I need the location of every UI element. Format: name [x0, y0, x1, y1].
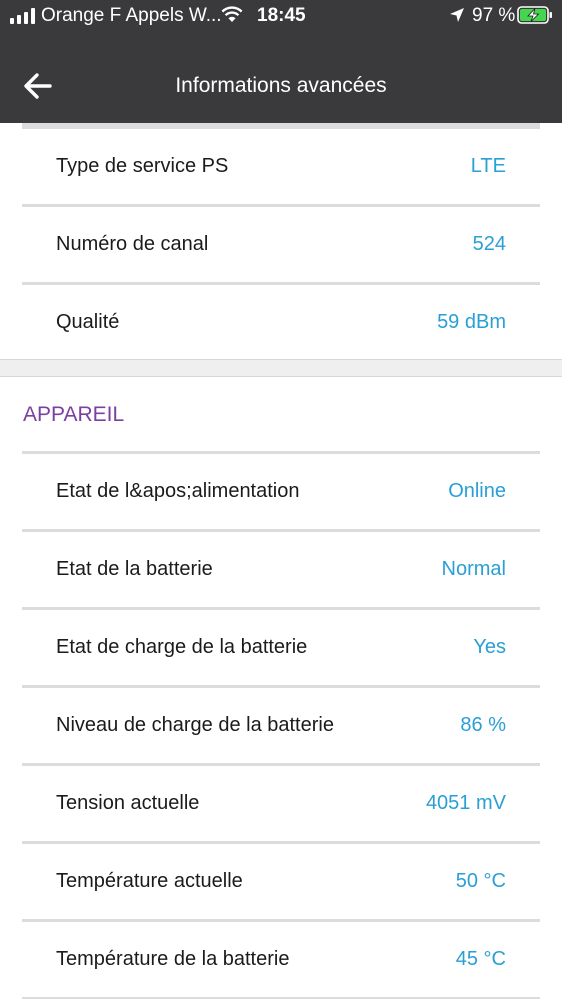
row-battery-temperature[interactable]: Température de la batterie 45 °C [0, 922, 562, 999]
row-value: 50 °C [455, 870, 506, 892]
battery-percentage: 97 % [472, 5, 516, 26]
row-label: Qualité [56, 311, 120, 333]
app-header: Orange F Appels W... 18:45 97 % Informat… [0, 0, 562, 123]
location-arrow-icon [450, 8, 464, 22]
signal-strength-icon [10, 8, 35, 24]
row-value: LTE [470, 155, 506, 177]
row-value: 4051 mV [425, 792, 506, 814]
network-info-group: Type de service PS LTE Numéro de canal 5… [0, 129, 562, 363]
row-value: 524 [472, 233, 506, 255]
row-label: Etat de la batterie [56, 558, 213, 580]
row-value: 59 dBm [437, 311, 506, 333]
row-label: Température de la batterie [56, 948, 290, 970]
row-value: Normal [441, 558, 506, 580]
battery-charging-icon [517, 6, 552, 24]
row-label: Etat de charge de la batterie [56, 636, 308, 658]
row-value: 86 % [460, 714, 506, 736]
row-label: Numéro de canal [56, 233, 209, 255]
advanced-info-list[interactable]: Type de service PS LTE Numéro de canal 5… [0, 123, 562, 999]
clock-time: 18:45 [257, 5, 306, 26]
carrier-name: Orange F Appels W... [41, 5, 222, 26]
row-ps-service-type[interactable]: Type de service PS LTE [0, 129, 562, 207]
row-channel-number[interactable]: Numéro de canal 524 [0, 207, 562, 285]
wifi-icon [221, 6, 243, 22]
row-value: 45 °C [455, 948, 506, 970]
row-quality[interactable]: Qualité 59 dBm [0, 285, 562, 363]
row-current-voltage[interactable]: Tension actuelle 4051 mV [0, 766, 562, 844]
section-separator [0, 359, 562, 377]
row-label: Type de service PS [56, 155, 229, 177]
page-title: Informations avancées [175, 74, 387, 97]
row-battery-state[interactable]: Etat de la batterie Normal [0, 532, 562, 610]
device-info-group: Etat de l&apos;alimentation Online Etat … [0, 454, 562, 999]
row-label: Tension actuelle [56, 792, 200, 814]
row-battery-charging[interactable]: Etat de charge de la batterie Yes [0, 610, 562, 688]
row-battery-level[interactable]: Niveau de charge de la batterie 86 % [0, 688, 562, 766]
row-value: Online [448, 480, 506, 502]
status-bar: Orange F Appels W... 18:45 97 % [0, 0, 562, 34]
row-current-temperature[interactable]: Température actuelle 50 °C [0, 844, 562, 922]
row-label: Etat de l&apos;alimentation [56, 480, 300, 502]
row-label: Niveau de charge de la batterie [56, 714, 334, 736]
row-power-state[interactable]: Etat de l&apos;alimentation Online [0, 454, 562, 532]
section-title-device: APPAREIL [23, 403, 125, 426]
row-value: Yes [473, 636, 506, 658]
row-label: Température actuelle [56, 870, 243, 892]
